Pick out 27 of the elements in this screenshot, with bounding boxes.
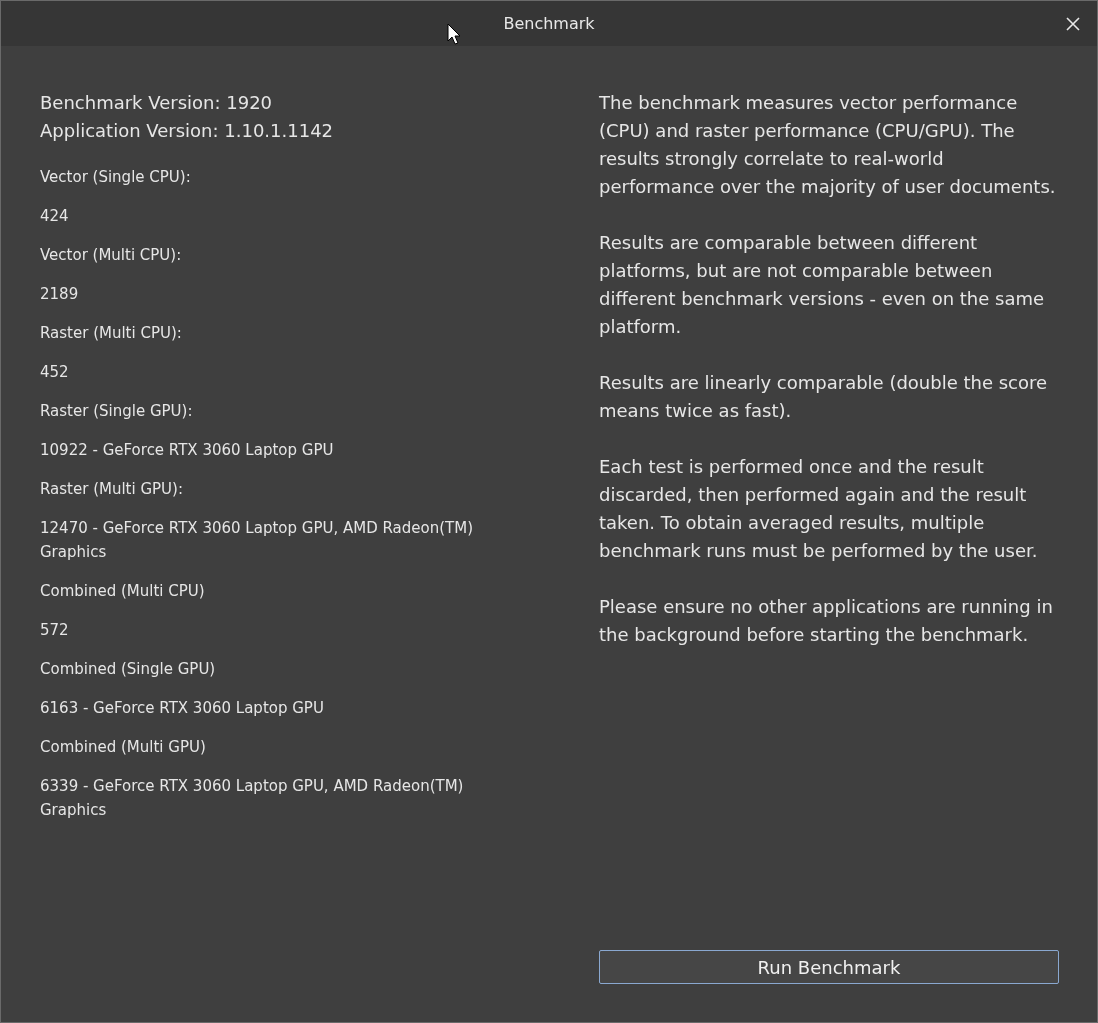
result-value: 10922 - GeForce RTX 3060 Laptop GPU	[40, 440, 335, 461]
version-text: Application Version: 1.10.1.1142	[40, 119, 335, 143]
result-value: 6339 - GeForce RTX 3060 Laptop GPU, AMD Radeon(TM) Graphics	[40, 776, 465, 821]
result-value: 452	[40, 362, 70, 383]
result-label: Combined (Single GPU)	[40, 659, 217, 680]
close-icon[interactable]	[1066, 17, 1080, 31]
result-label: Combined (Multi CPU)	[40, 581, 206, 602]
result-label: Vector (Multi CPU):	[40, 245, 183, 266]
result-value: 2189	[40, 284, 80, 305]
description-paragraph: Results are linearly comparable (double the score means twice as fast).	[599, 371, 1049, 423]
description-paragraph: The benchmark measures vector performance (CPU) and raster performance (CPU/GPU). The results strongly correlate to real-world performance over the majority of user documents.	[599, 91, 1057, 199]
run-benchmark-button[interactable]: Run Benchmark	[599, 950, 1059, 984]
result-label: Raster (Multi CPU):	[40, 323, 183, 344]
description-paragraph: Please ensure no other applications are running in the background before starting the benchmark.	[599, 595, 1054, 647]
version-text: Benchmark Version: 1920	[40, 91, 274, 115]
result-label: Raster (Multi GPU):	[40, 479, 184, 500]
result-value: 424	[40, 206, 70, 227]
mouse-cursor-icon	[447, 23, 461, 45]
result-label: Vector (Single CPU):	[40, 167, 192, 188]
result-value: 572	[40, 620, 70, 641]
description-paragraph: Each test is performed once and the result discarded, then performed again and the result taken. To obtain averaged results, multiple benchmark runs must be performed by the user.	[599, 455, 1039, 563]
result-label: Raster (Single GPU):	[40, 401, 194, 422]
result-value: 6163 - GeForce RTX 3060 Laptop GPU	[40, 698, 325, 719]
result-label: Combined (Multi GPU)	[40, 737, 207, 758]
description-paragraph: Results are comparable between different platforms, but are not comparable between different benchmark versions - even on the same platform.	[599, 231, 1046, 339]
result-value: 12470 - GeForce RTX 3060 Laptop GPU, AMD Radeon(TM) Graphics	[40, 518, 474, 563]
window-title: Benchmark	[503, 14, 595, 33]
